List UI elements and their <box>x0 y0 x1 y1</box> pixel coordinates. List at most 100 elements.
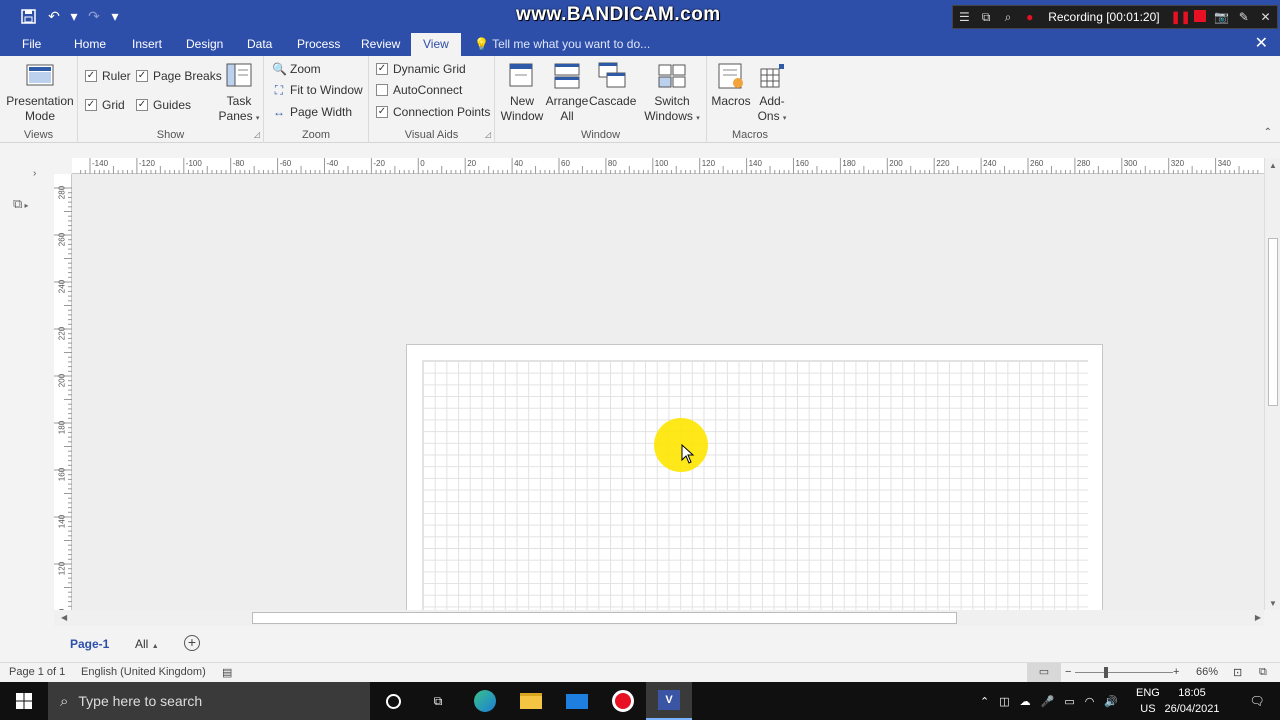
tab-review[interactable]: Review <box>352 33 409 56</box>
onedrive-icon[interactable]: ☁ <box>1020 695 1031 708</box>
customize-qat-icon[interactable]: ▾ <box>110 6 120 26</box>
menu-icon[interactable]: ☰ <box>957 10 972 24</box>
show-hidden-icons-icon[interactable]: ⌃ <box>980 695 989 708</box>
save-icon[interactable] <box>18 6 38 26</box>
views-group-label: Views <box>23 129 54 141</box>
page-breaks-checkbox[interactable]: ✓ Page Breaks <box>136 69 222 83</box>
scroll-down-icon[interactable]: ▼ <box>1269 599 1277 608</box>
check-icon: ✓ <box>85 99 97 111</box>
vertical-scroll-thumb[interactable] <box>1268 238 1278 406</box>
page-tab[interactable]: Page-1 <box>70 637 109 651</box>
horizontal-scrollbar[interactable]: ◀ ▶ <box>54 610 1264 626</box>
macro-record-icon[interactable]: ▤ <box>222 666 232 679</box>
fit-to-window-button[interactable]: ⛶ Fit to Window <box>272 83 363 97</box>
dynamic-grid-checkbox[interactable]: ✓ Dynamic Grid <box>376 62 466 76</box>
presentation-mode-button[interactable]: Presentation Mode <box>6 61 74 124</box>
taskbar-search[interactable]: ⌕ Type here to search <box>48 682 370 720</box>
shapes-stencil-icon[interactable]: ⧉ ▸ <box>13 196 29 212</box>
file-explorer-icon[interactable] <box>508 682 554 720</box>
zoom-slider-thumb[interactable] <box>1104 667 1108 678</box>
edge-browser-icon[interactable] <box>462 682 508 720</box>
vertical-scrollbar[interactable]: ▲ ▼ <box>1264 158 1280 610</box>
tab-data[interactable]: Data <box>238 33 281 56</box>
zoom-level[interactable]: 66% <box>1196 666 1218 678</box>
page-width-button[interactable]: ↔ Page Width <box>272 105 352 119</box>
tell-me-search[interactable]: 💡 Tell me what you want to do... <box>474 33 650 56</box>
lang-label: ENG <box>1136 687 1160 699</box>
start-button[interactable] <box>0 682 48 720</box>
task-view-icon[interactable]: ⧉ <box>415 682 461 720</box>
add-page-icon[interactable]: + <box>184 635 200 651</box>
volume-icon[interactable]: 🔊 <box>1104 695 1118 708</box>
camera-icon[interactable]: 📷 <box>1214 10 1229 24</box>
zoom-slider[interactable] <box>1075 672 1173 673</box>
collapse-ribbon-icon[interactable]: ⌃ <box>1264 127 1272 138</box>
close-icon[interactable]: ✕ <box>1255 33 1268 55</box>
pause-icon[interactable]: ❚❚ <box>1171 10 1191 24</box>
tab-file[interactable]: File <box>13 33 50 56</box>
input-language[interactable]: ENG US <box>1136 685 1160 717</box>
device-icon[interactable]: ◫ <box>999 695 1009 708</box>
page-count[interactable]: Page 1 of 1 <box>9 666 65 678</box>
ruler-tick-label: -100 <box>185 159 202 168</box>
microphone-icon[interactable]: 🎤 <box>1041 695 1055 708</box>
arrange-all-button[interactable]: Arrange All <box>545 61 589 124</box>
zoom-out-icon[interactable]: − <box>1065 666 1071 678</box>
scroll-up-icon[interactable]: ▲ <box>1269 161 1277 170</box>
pencil-icon[interactable]: ✎ <box>1236 10 1251 24</box>
tab-home[interactable]: Home <box>65 33 115 56</box>
mail-icon[interactable] <box>554 682 600 720</box>
expand-shapes-icon[interactable]: › <box>33 168 36 179</box>
scroll-left-icon[interactable]: ◀ <box>61 613 67 622</box>
undo-icon[interactable]: ↶ <box>44 6 64 26</box>
horizontal-scroll-thumb[interactable] <box>252 612 957 624</box>
switch-windows-icon[interactable]: ⧉ <box>1259 666 1267 679</box>
windows-label: Windows <box>644 109 693 123</box>
stop-icon[interactable] <box>1193 9 1208 25</box>
horizontal-ruler[interactable]: -140 -120 -100 -80 -60 -40 -20 0 20 40 60 80 100 120 1… <box>72 158 1278 174</box>
scroll-right-icon[interactable]: ▶ <box>1255 613 1261 622</box>
check-icon: ✓ <box>85 70 97 82</box>
cortana-icon[interactable] <box>370 682 416 720</box>
tab-process[interactable]: Process <box>288 33 349 56</box>
zoom-button[interactable]: 🔍 Zoom <box>272 62 321 76</box>
all-label: All <box>135 637 149 651</box>
tab-design[interactable]: Design <box>177 33 232 56</box>
region-icon[interactable]: ⌕ <box>1001 10 1016 25</box>
taskbar-clock[interactable]: 18:05 26/04/2021 <box>1162 685 1222 717</box>
dialog-launcher-icon[interactable]: ◿ <box>485 130 491 139</box>
new-window-button[interactable]: New Window <box>499 61 545 124</box>
close-icon[interactable]: ✕ <box>1258 10 1273 24</box>
guides-checkbox[interactable]: ✓ Guides <box>136 98 191 112</box>
all-pages-tab[interactable]: All ▲ <box>135 637 159 651</box>
task-panes-button[interactable]: Task Panes ▾ <box>217 61 261 126</box>
notifications-icon[interactable]: 🗨 <box>1234 682 1280 720</box>
drawing-page[interactable] <box>406 344 1103 610</box>
undo-dropdown-icon[interactable]: ▾ <box>70 6 78 26</box>
check-icon: ✓ <box>136 99 148 111</box>
macros-button[interactable]: Macros <box>710 61 752 109</box>
connection-points-checkbox[interactable]: ✓ Connection Points <box>376 105 490 119</box>
redo-icon[interactable]: ↷ <box>84 6 104 26</box>
fit-page-icon[interactable]: ⊡ <box>1233 666 1242 679</box>
add-ons-button[interactable]: Add- Ons ▾ <box>753 61 791 126</box>
switch-windows-button[interactable]: Switch Windows ▾ <box>641 61 703 126</box>
bandicam-icon[interactable] <box>600 682 646 720</box>
tab-view[interactable]: View <box>411 33 461 56</box>
ruler-checkbox[interactable]: ✓ Ruler <box>85 69 131 83</box>
vertical-ruler[interactable]: 280260240220200180160140120100 <box>54 174 72 622</box>
dialog-launcher-icon[interactable]: ◿ <box>254 130 260 139</box>
grid-checkbox[interactable]: ✓ Grid <box>85 98 125 112</box>
visio-icon[interactable]: V <box>646 682 692 720</box>
autoconnect-checkbox[interactable]: AutoConnect <box>376 83 462 97</box>
presentation-mode-icon[interactable]: ▭ <box>1027 663 1061 682</box>
language-indicator[interactable]: English (United Kingdom) <box>81 666 206 678</box>
drawing-canvas[interactable] <box>72 174 1264 610</box>
wifi-icon[interactable]: ◠ <box>1085 695 1095 708</box>
zoom-in-icon[interactable]: + <box>1173 666 1179 678</box>
window-icon[interactable]: ⧉ <box>979 10 994 25</box>
tab-insert[interactable]: Insert <box>123 33 171 56</box>
battery-icon[interactable]: ▭ <box>1064 695 1074 708</box>
cascade-button[interactable]: Cascade <box>589 61 636 109</box>
macros-group-label: Macros <box>731 129 769 141</box>
